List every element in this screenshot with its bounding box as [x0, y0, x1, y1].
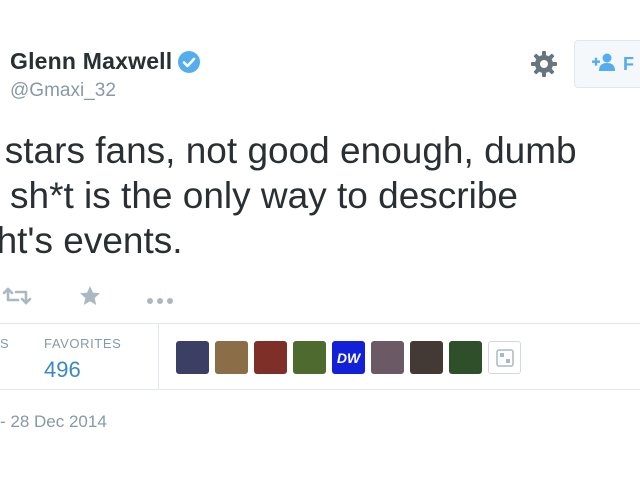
tweet-timestamp[interactable]: - 28 Dec 2014 [0, 412, 107, 432]
avatar[interactable] [449, 341, 482, 374]
favoriters-avatars: DW [176, 341, 521, 374]
favorites-label[interactable]: FAVORITES [44, 336, 121, 351]
avatar[interactable] [293, 341, 326, 374]
add-user-icon [591, 52, 617, 77]
retweets-label-fragment: S [0, 336, 10, 351]
display-name[interactable]: Glenn Maxwell [10, 48, 172, 75]
avatar[interactable]: DW [332, 341, 365, 374]
gear-icon[interactable] [528, 48, 560, 80]
avatar[interactable] [254, 341, 287, 374]
favorite-star-icon[interactable] [78, 284, 102, 313]
avatar[interactable] [410, 341, 443, 374]
more-options-icon[interactable] [146, 292, 176, 310]
favorites-count[interactable]: 496 [44, 357, 81, 383]
avatar[interactable] [371, 341, 404, 374]
tweet-text-line: y stars fans, not good enough, dumb [0, 130, 577, 171]
retweet-icon[interactable] [2, 286, 32, 311]
follow-button-label: F [623, 53, 634, 74]
avatar[interactable] [215, 341, 248, 374]
avatar-dw-text: DW [336, 349, 361, 366]
stats-divider-top [0, 323, 640, 324]
user-handle[interactable]: @Gmaxi_32 [10, 80, 116, 102]
tweet-text: y stars fans, not good enough, dumb sh*t… [0, 128, 640, 263]
stats-divider-vertical [158, 324, 159, 389]
avatar[interactable] [176, 341, 209, 374]
stats-divider-bottom [0, 389, 640, 390]
user-name-row: Glenn Maxwell [10, 48, 201, 75]
verified-badge-icon [178, 50, 201, 73]
tweet-text-line: ght's events. [0, 220, 183, 261]
tweet-text-line: sh*t is the only way to describe [10, 175, 518, 216]
follow-button[interactable]: F [574, 40, 640, 88]
more-favoriters-icon[interactable] [488, 341, 521, 374]
